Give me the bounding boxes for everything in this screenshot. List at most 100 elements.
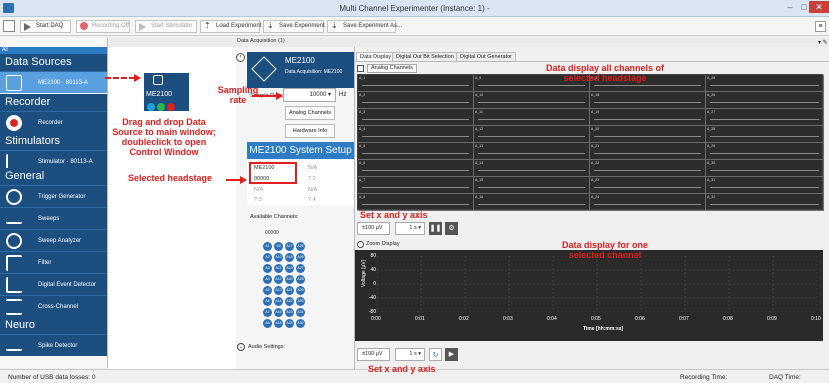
channel-cell[interactable]: A_27 <box>706 109 824 126</box>
channel-button[interactable]: A30 <box>296 297 305 306</box>
channel-button[interactable]: A2 <box>263 253 272 262</box>
channel-cell[interactable]: A_18 <box>590 92 706 109</box>
analog-channels-tab[interactable]: Analog Channels <box>367 64 417 73</box>
sample-rate-select[interactable]: 10000 ▾ <box>283 88 336 102</box>
channel-button[interactable]: A26 <box>296 253 305 262</box>
headstage-cell[interactable]: ? 2 <box>308 176 316 182</box>
trigger-generator-item[interactable]: Trigger Generator <box>0 185 107 207</box>
channel-cell[interactable]: A_4 <box>358 126 474 143</box>
output-port-red[interactable] <box>167 103 175 111</box>
channel-button[interactable]: A16 <box>274 319 283 328</box>
expand-icon[interactable]: ⌄ <box>237 343 245 351</box>
cross-channel-item[interactable]: Cross-Channel <box>0 295 107 317</box>
sweep-analyzer-item[interactable]: Sweep Analyzer <box>0 229 107 251</box>
channel-button[interactable]: A8 <box>263 319 272 328</box>
channel-button[interactable]: A3 <box>263 264 272 273</box>
all-channels-display[interactable]: A_1 A_9 A_17 A_25 A_2 A_10 A_18 A_26 A_3 A_11 A_19… <box>357 74 824 211</box>
channel-button[interactable]: A6 <box>263 297 272 306</box>
channel-cell[interactable]: A_16 <box>474 194 590 211</box>
menu-icon[interactable]: ≡ <box>815 21 826 32</box>
channel-cell[interactable]: A_10 <box>474 92 590 109</box>
channel-button[interactable]: A21 <box>285 286 294 295</box>
channel-cell[interactable]: A_30 <box>706 160 824 177</box>
collapse-icon[interactable] <box>357 241 364 248</box>
spike-detector-item[interactable]: Spike Detector <box>0 334 107 356</box>
recording-off-button[interactable]: Recording Off <box>76 20 130 33</box>
channel-button[interactable]: A7 <box>263 308 272 317</box>
channel-button[interactable]: A5 <box>263 286 272 295</box>
save-experiment-as-button[interactable]: ⇣ Save Experiment As... <box>327 20 402 33</box>
pause-icon[interactable]: ❚❚ <box>429 222 442 235</box>
channel-cell[interactable]: A_11 <box>474 109 590 126</box>
start-daq-button[interactable]: Start DAQ <box>20 20 71 33</box>
channel-button[interactable]: A15 <box>274 308 283 317</box>
channel-button[interactable]: A27 <box>296 264 305 273</box>
channel-cell[interactable]: A_13 <box>474 143 590 160</box>
headstage-cell[interactable]: ? 3 <box>254 197 262 203</box>
hardware-info-button[interactable]: Hardware Info <box>285 124 335 138</box>
analog-channels-button[interactable]: Analog Channels <box>285 106 335 120</box>
channel-cell[interactable]: A_25 <box>706 75 824 92</box>
output-port-blue[interactable] <box>147 103 155 111</box>
zoom-x-scale-select[interactable]: 1 s ▾ <box>395 348 425 361</box>
headstage-cell[interactable]: ? 4 <box>308 197 316 203</box>
channel-cell[interactable]: A_31 <box>706 177 824 194</box>
load-experiment-button[interactable]: ⇡ Load Experiment <box>200 20 261 33</box>
channel-button[interactable]: A17 <box>285 242 294 251</box>
headstage-cell[interactable]: N/A <box>308 165 317 171</box>
layout-icon[interactable] <box>3 20 15 32</box>
filter-all[interactable]: All <box>0 47 107 54</box>
start-stimulator-button[interactable]: Start Stimulator <box>135 20 197 33</box>
channel-button[interactable]: A29 <box>296 286 305 295</box>
recorder-item[interactable]: Recorder <box>0 111 107 133</box>
play-icon[interactable]: ▶ <box>445 348 458 361</box>
channel-cell[interactable]: A_21 <box>590 143 706 160</box>
channel-cell[interactable]: A_2 <box>358 92 474 109</box>
channel-button[interactable]: A18 <box>285 253 294 262</box>
channel-button[interactable]: A25 <box>296 242 305 251</box>
channel-cell[interactable]: A_7 <box>358 177 474 194</box>
analog-channels-checkbox[interactable] <box>357 65 364 72</box>
minimize-icon[interactable]: – <box>783 1 797 13</box>
channel-cell[interactable]: A_5 <box>358 143 474 160</box>
zoom-display-label[interactable]: Zoom Display <box>366 241 400 247</box>
save-experiment-button[interactable]: ⇣ Save Experiment <box>263 20 325 33</box>
channel-button[interactable]: A10 <box>274 253 283 262</box>
channel-cell[interactable]: A_32 <box>706 194 824 211</box>
close-icon[interactable]: ✕ <box>809 1 829 13</box>
refresh-icon[interactable]: ↻ <box>429 348 442 361</box>
channel-button[interactable]: A13 <box>274 286 283 295</box>
channel-button[interactable]: A9 <box>274 242 283 251</box>
channel-cell[interactable]: A_3 <box>358 109 474 126</box>
channel-button[interactable]: A12 <box>274 275 283 284</box>
channel-button[interactable]: A19 <box>285 264 294 273</box>
channel-cell[interactable]: A_24 <box>590 194 706 211</box>
channel-button[interactable]: A14 <box>274 297 283 306</box>
gear-icon[interactable]: ⚙ <box>445 222 458 235</box>
channel-cell[interactable]: A_19 <box>590 109 706 126</box>
headstage-cell[interactable]: N/A <box>308 187 317 193</box>
audio-settings-label[interactable]: Audio Settings: <box>248 344 285 350</box>
channel-cell[interactable]: A_8 <box>358 194 474 211</box>
channel-button[interactable]: A22 <box>285 297 294 306</box>
pin-icon[interactable]: ▾ ✎ <box>818 39 828 46</box>
sweeps-item[interactable]: Sweeps <box>0 207 107 229</box>
channel-button[interactable]: A32 <box>296 319 305 328</box>
headstage-cell[interactable]: N/A <box>254 187 263 193</box>
back-icon[interactable]: ‹ <box>236 53 245 62</box>
channel-cell[interactable]: A_14 <box>474 160 590 177</box>
channel-button[interactable]: A20 <box>285 275 294 284</box>
channel-cell[interactable]: A_23 <box>590 177 706 194</box>
channel-cell[interactable]: A_6 <box>358 160 474 177</box>
channel-cell[interactable]: A_29 <box>706 143 824 160</box>
channel-button[interactable]: A31 <box>296 308 305 317</box>
channel-cell[interactable]: A_1 <box>358 75 474 92</box>
channel-button[interactable]: A24 <box>285 319 294 328</box>
channel-cell[interactable]: A_20 <box>590 126 706 143</box>
digital-event-detector-item[interactable]: Digital Event Detector <box>0 273 107 295</box>
y-scale-spinner[interactable]: ±100 µV <box>357 222 390 235</box>
channel-cell[interactable]: A_15 <box>474 177 590 194</box>
channel-cell[interactable]: A_12 <box>474 126 590 143</box>
channel-button[interactable]: A4 <box>263 275 272 284</box>
channel-cell[interactable]: A_22 <box>590 160 706 177</box>
